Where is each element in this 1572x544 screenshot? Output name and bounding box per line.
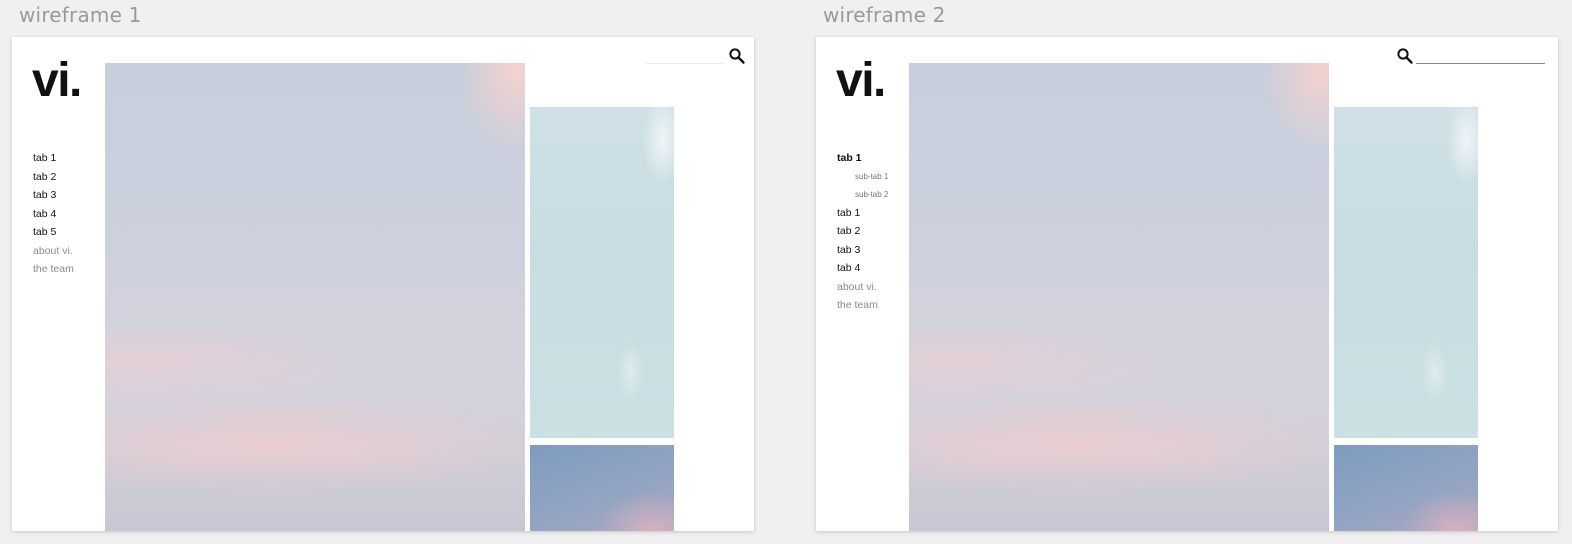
nav-item-team[interactable]: the team bbox=[33, 263, 74, 275]
sidebar-nav: tab 1 tab 2 tab 3 tab 4 tab 5 about vi. … bbox=[33, 152, 74, 282]
logo[interactable]: vi. bbox=[836, 57, 886, 105]
nav-item-tab-2[interactable]: tab 2 bbox=[33, 171, 74, 183]
nav-item-about[interactable]: about vi. bbox=[837, 281, 888, 293]
nav-subitem-1[interactable]: sub-tab 1 bbox=[837, 171, 888, 182]
logo[interactable]: vi. bbox=[32, 57, 82, 105]
nav-item-tab-4[interactable]: tab 4 bbox=[33, 208, 74, 220]
search-icon[interactable] bbox=[1396, 47, 1414, 65]
search-underline bbox=[646, 63, 724, 64]
hero-image bbox=[105, 63, 525, 531]
search-input[interactable] bbox=[1416, 48, 1545, 64]
nav-item-tab-5[interactable]: tab 5 bbox=[33, 226, 74, 238]
wireframe-2-title: wireframe 2 bbox=[823, 3, 946, 27]
wireframe-2: vi. tab 1 sub-tab 1 sub-tab 2 tab 1 tab … bbox=[816, 37, 1558, 531]
nav-item-tab-2[interactable]: tab 2 bbox=[837, 225, 888, 237]
nav-item-team[interactable]: the team bbox=[837, 299, 888, 311]
wireframe-1: vi. tab 1 tab 2 tab 3 tab 4 tab 5 about … bbox=[12, 37, 754, 531]
wireframe-1-title: wireframe 1 bbox=[19, 3, 142, 27]
hero-image bbox=[909, 63, 1329, 531]
nav-item-tab-1[interactable]: tab 1 bbox=[33, 152, 74, 164]
side-image-top bbox=[530, 107, 674, 438]
search-icon[interactable] bbox=[728, 47, 746, 65]
nav-item-tab-1-active[interactable]: tab 1 bbox=[837, 152, 888, 164]
side-image-bottom bbox=[1334, 445, 1478, 531]
nav-item-tab-4[interactable]: tab 4 bbox=[837, 262, 888, 274]
side-image-top bbox=[1334, 107, 1478, 438]
nav-subitem-2[interactable]: sub-tab 2 bbox=[837, 189, 888, 200]
nav-item-tab-1[interactable]: tab 1 bbox=[837, 207, 888, 219]
nav-item-about[interactable]: about vi. bbox=[33, 245, 74, 257]
sidebar-nav: tab 1 sub-tab 1 sub-tab 2 tab 1 tab 2 ta… bbox=[837, 152, 888, 318]
side-image-bottom bbox=[530, 445, 674, 531]
nav-item-tab-3[interactable]: tab 3 bbox=[837, 244, 888, 256]
nav-item-tab-3[interactable]: tab 3 bbox=[33, 189, 74, 201]
